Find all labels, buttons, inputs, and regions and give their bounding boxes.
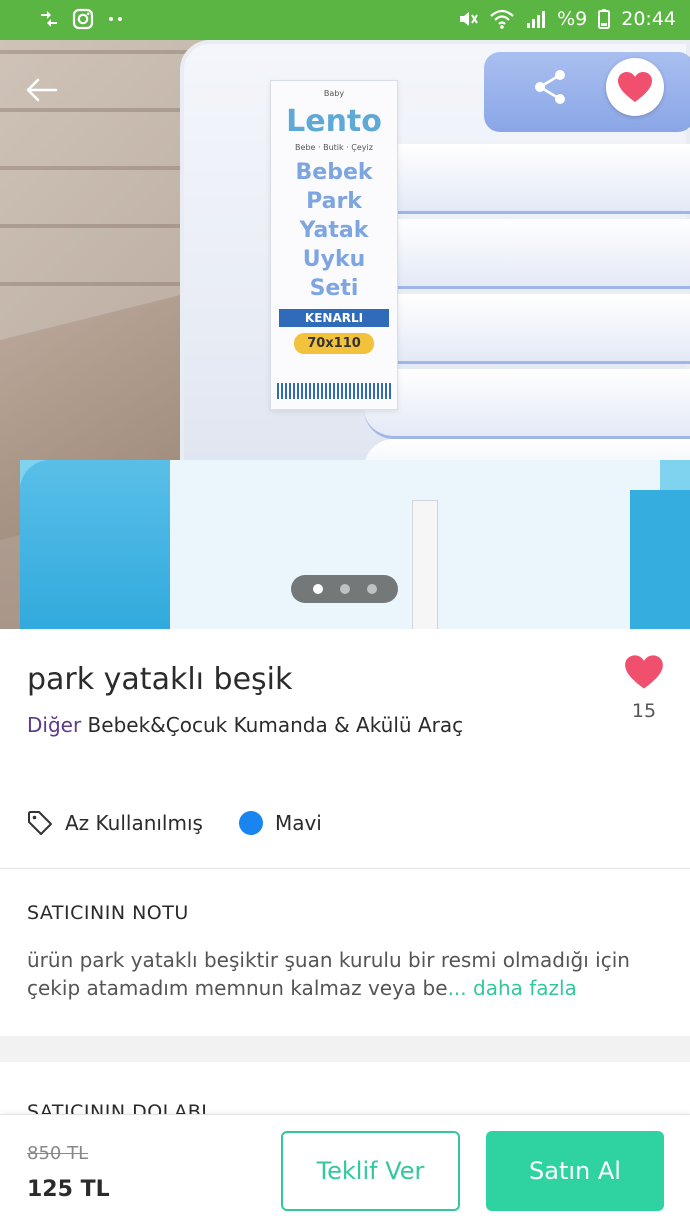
favorite-button[interactable] [606, 58, 664, 116]
breadcrumb-path[interactable]: Bebek&Çocuk Kumanda & Akülü Araç [88, 713, 464, 737]
label-strip: KENARLI [279, 309, 389, 327]
product-attributes: Az Kullanılmış Mavi [27, 810, 358, 836]
image-pager [291, 575, 398, 603]
seller-note-ellipsis: ... [447, 976, 467, 1000]
label-line: Yatak [299, 218, 369, 243]
color-label: Mavi [274, 811, 322, 835]
purchase-bar: 850 TL 125 TL Teklif Ver Satın Al [0, 1114, 690, 1227]
label-line: Bebek [295, 160, 373, 185]
share-button[interactable] [530, 66, 572, 108]
signal-icon [525, 8, 547, 30]
back-button[interactable] [22, 70, 62, 110]
breadcrumb-category-link[interactable]: Diğer [27, 713, 81, 737]
section-spacer [0, 1036, 690, 1062]
battery-percent: %9 [557, 8, 588, 30]
status-bar: %9 20:44 [0, 0, 690, 40]
read-more-link[interactable]: daha fazla [473, 976, 577, 1000]
label-size: 70x110 [294, 333, 374, 354]
label-line: Seti [309, 276, 359, 301]
label-line: Park [306, 189, 362, 214]
heart-icon [618, 72, 652, 102]
heart-icon[interactable] [624, 654, 664, 690]
more-icon [106, 8, 126, 30]
arrow-left-icon [26, 78, 58, 102]
product-title: park yataklı beşik [27, 662, 293, 697]
color-swatch [238, 811, 263, 835]
condition-attribute: Az Kullanılmış [27, 810, 203, 836]
like-counter[interactable]: 15 [620, 654, 668, 722]
label-tagline: Bebe · Butik · Çeyiz [295, 143, 373, 152]
label-line: Uyku [302, 247, 366, 272]
photo-crib [20, 460, 690, 629]
label-brand: Lento [286, 104, 382, 139]
battery-icon [597, 8, 611, 30]
pager-dot[interactable] [339, 584, 350, 594]
pager-dot-active[interactable] [312, 584, 323, 594]
mute-icon [457, 8, 479, 30]
product-image-gallery[interactable]: Baby Lento Bebe · Butik · Çeyiz Bebek Pa… [0, 40, 690, 629]
make-offer-button[interactable]: Teklif Ver [281, 1131, 460, 1211]
condition-label: Az Kullanılmış [65, 811, 203, 835]
current-price: 125 TL [27, 1177, 110, 1202]
status-time: 20:44 [621, 8, 676, 30]
pager-dot[interactable] [366, 584, 377, 594]
tag-icon [28, 811, 52, 835]
color-attribute: Mavi [238, 811, 322, 835]
wifi-icon [489, 8, 515, 30]
like-count: 15 [631, 700, 657, 722]
label-baby: Baby [323, 89, 345, 98]
divider [0, 868, 690, 869]
instagram-icon [72, 8, 94, 30]
product-label-tag: Baby Lento Bebe · Butik · Çeyiz Bebek Pa… [270, 80, 398, 410]
buy-button[interactable]: Satın Al [486, 1131, 664, 1211]
old-price: 850 TL [27, 1143, 89, 1164]
seller-note-text: ürün park yataklı beşiktir şuan kurulu b… [27, 946, 667, 1002]
share-icon [535, 70, 565, 104]
usb-icon [38, 8, 60, 30]
photo-bedding-bag [180, 40, 690, 520]
seller-note-title: SATICININ NOTU [27, 902, 189, 924]
breadcrumb: Diğer Bebek&Çocuk Kumanda & Akülü Araç [27, 713, 463, 737]
